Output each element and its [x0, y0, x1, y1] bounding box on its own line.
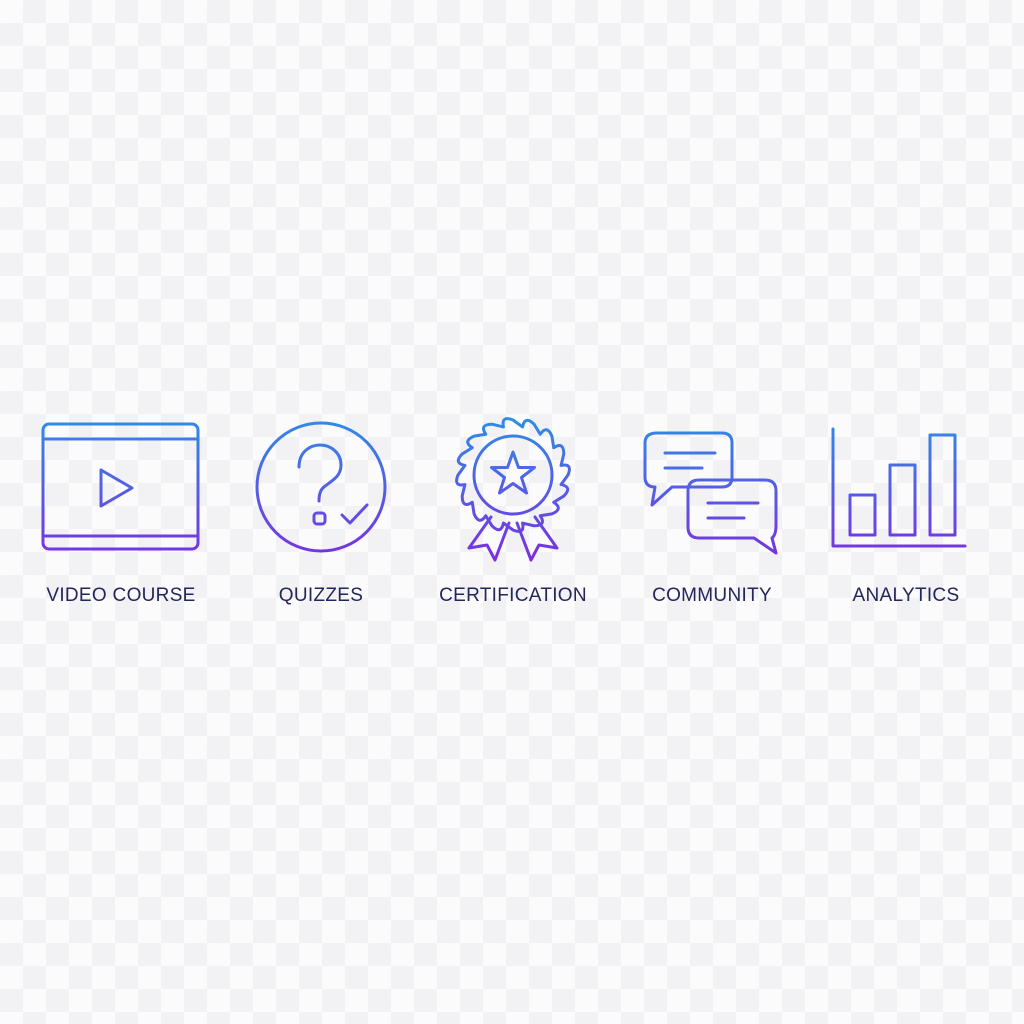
feature-video-course: VIDEO COURSE	[31, 415, 211, 615]
question-check-icon	[255, 421, 387, 553]
feature-label: COMMUNITY	[652, 585, 772, 606]
bar-chart-icon	[831, 427, 967, 548]
chat-bubbles-icon	[643, 431, 778, 555]
feature-label: ANALYTICS	[852, 585, 960, 606]
feature-label: QUIZZES	[278, 585, 364, 606]
video-player-icon	[41, 422, 200, 551]
feature-label: VIDEO COURSE	[46, 585, 196, 606]
feature-community: COMMUNITY	[622, 415, 802, 615]
feature-quizzes: QUIZZES	[231, 415, 411, 615]
award-ribbon-icon	[455, 417, 571, 562]
feature-certification: CERTIFICATION	[423, 415, 603, 615]
feature-label: CERTIFICATION	[439, 585, 587, 606]
feature-analytics: ANALYTICS	[816, 415, 996, 615]
